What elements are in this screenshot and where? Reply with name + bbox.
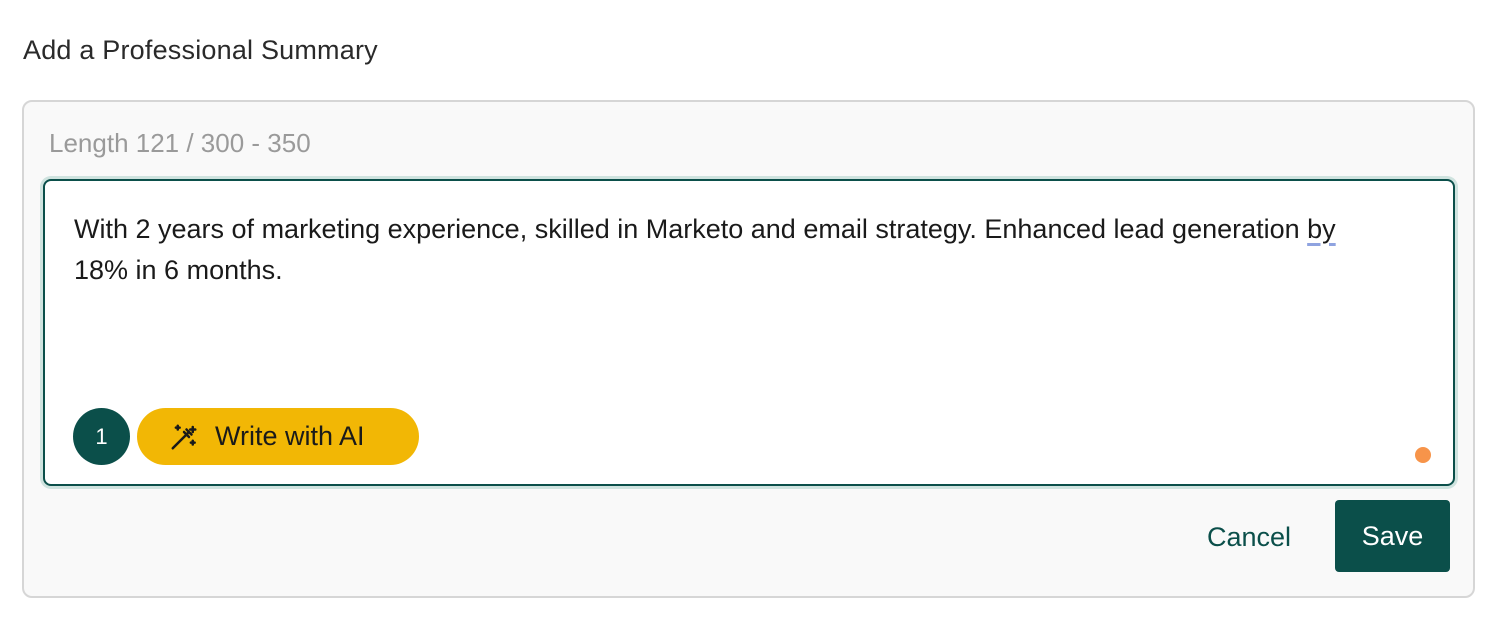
suggestion-count-badge[interactable]: 1 <box>73 408 130 465</box>
write-with-ai-label: Write with AI <box>215 421 365 451</box>
summary-text-part: 18% in 6 months. <box>74 255 283 285</box>
write-with-ai-button[interactable]: Write with AI <box>137 408 419 465</box>
summary-text[interactable]: With 2 years of marketing experience, sk… <box>74 209 1354 291</box>
status-dot <box>1415 447 1431 463</box>
summary-text-part: With 2 years of marketing experience, sk… <box>74 214 1308 244</box>
cancel-button[interactable]: Cancel <box>1189 502 1309 572</box>
length-counter: Length 121 / 300 - 350 <box>49 128 311 158</box>
save-button[interactable]: Save <box>1335 500 1450 572</box>
section-title: Add a Professional Summary <box>23 35 378 65</box>
spellcheck-flagged-word[interactable]: by <box>1307 214 1336 244</box>
magic-wand-icon <box>171 424 197 449</box>
summary-card: Length 121 / 300 - 350 With 2 years of m… <box>22 100 1475 598</box>
summary-editor[interactable]: With 2 years of marketing experience, sk… <box>43 179 1455 486</box>
